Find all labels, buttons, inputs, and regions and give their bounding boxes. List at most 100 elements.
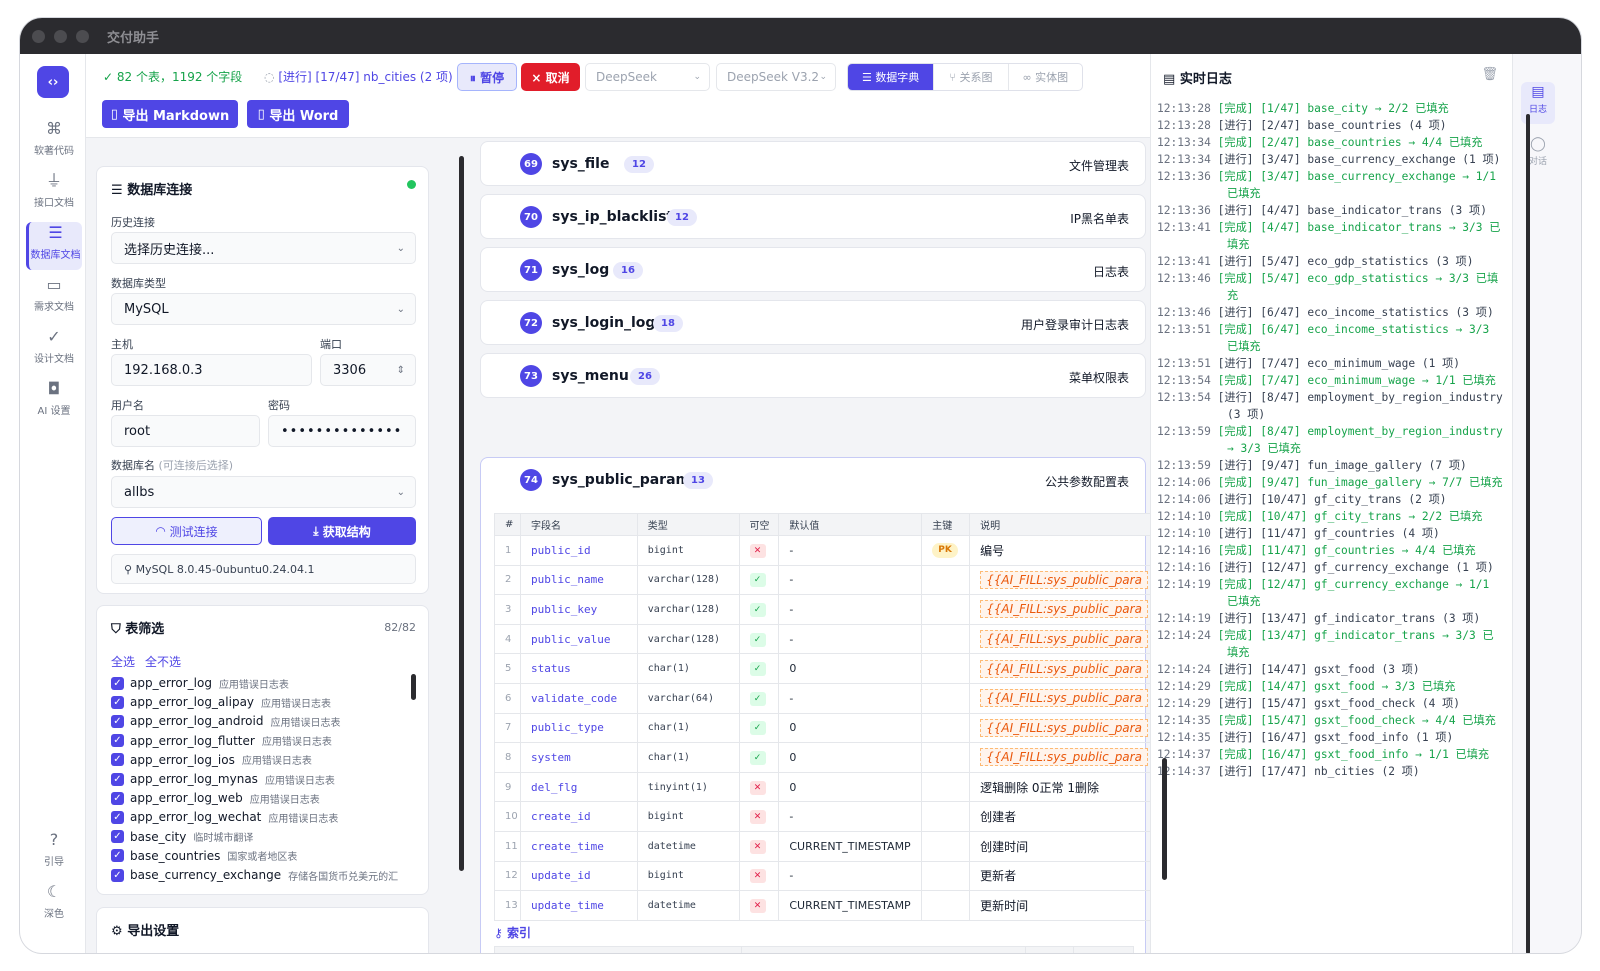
field-row: 3 public_key varchar(128) ✓ - {{AI_FILL:sys_p… — [494, 594, 1150, 625]
table-filter-item[interactable]: ✓ app_error_log_mynas 应用错误日志表 — [111, 770, 335, 788]
checkbox-checked-icon[interactable]: ✓ — [111, 791, 124, 805]
log-timestamp: 12:14:10 — [1157, 510, 1211, 523]
select-none-link[interactable]: 全不选 — [145, 653, 181, 670]
field-count-badge: 12 — [667, 209, 697, 226]
export-word-button[interactable]: ▯ 导出 Word — [247, 100, 349, 128]
nav-item-5[interactable]: ◘ AI 设置 — [26, 378, 82, 426]
view-tabs: ☰ 数据字典 ⑂ 关系图 ∞ 实体图 — [847, 63, 1083, 91]
panel-splitter[interactable] — [459, 156, 464, 871]
port-input[interactable]: 3306 ⇕ — [320, 354, 416, 386]
field-row: 10 create_id bigint ✕ - 创建者 — [494, 801, 1150, 832]
table-filter-item[interactable]: ✓ base_countries 国家或者地区表 — [111, 847, 297, 865]
username-input[interactable]: root — [111, 415, 260, 447]
filter-scrollbar[interactable] — [411, 674, 416, 700]
table-card[interactable]: 73 sys_menu 26 菜单权限表 — [480, 353, 1146, 398]
column-header: 主键 — [921, 513, 971, 536]
checkbox-checked-icon[interactable]: ✓ — [111, 695, 124, 709]
check-icon: ✓ — [749, 632, 766, 647]
table-filter-item[interactable]: ✓ app_error_log_ios 应用错误日志表 — [111, 751, 312, 769]
dbname-label: 数据库名 (可连接后选择) — [111, 457, 233, 473]
table-filter-item[interactable]: ✓ app_error_log 应用错误日志表 — [111, 674, 289, 692]
host-input[interactable]: 192.168.0.3 — [111, 354, 312, 386]
right-scrollbar[interactable] — [1526, 114, 1530, 953]
db-type-select[interactable]: MySQL ⌄ — [111, 293, 416, 325]
export-markdown-button[interactable]: ▯ 导出 Markdown — [102, 100, 238, 128]
nav-item-3[interactable]: ▭ 需求文档 — [26, 274, 82, 322]
password-input[interactable]: •••••••••••••• — [268, 415, 416, 447]
checkbox-checked-icon[interactable]: ✓ — [111, 810, 124, 824]
pause-button[interactable]: ⏸ 暂停 — [457, 63, 517, 91]
field-name: public_id — [519, 535, 638, 566]
checkbox-checked-icon[interactable]: ✓ — [111, 714, 124, 728]
log-line: 12:13:51 [完成] [6/47] eco_income_statisti… — [1157, 321, 1503, 355]
minimize-window-button[interactable] — [54, 29, 67, 43]
nav-bottom-1[interactable]: ☾ 深色 — [26, 881, 82, 929]
filter-item-name: app_error_log_ios — [130, 752, 235, 767]
filter-item-desc: 应用错误日志表 — [241, 756, 312, 768]
nullable-cell: ✓ — [738, 623, 780, 655]
ai-fill-placeholder[interactable]: {{AI_FILL:sys_public_para — [980, 748, 1148, 767]
tab-data-dictionary[interactable]: ☰ 数据字典 — [848, 64, 934, 90]
ai-fill-placeholder[interactable]: {{AI_FILL:sys_public_para — [980, 600, 1148, 619]
checkbox-checked-icon[interactable]: ✓ — [111, 849, 124, 863]
zoom-window-button[interactable] — [76, 29, 89, 43]
checkbox-checked-icon[interactable]: ✓ — [111, 734, 124, 748]
close-window-button[interactable] — [32, 29, 45, 43]
filter-item-name: app_error_log_alipay — [130, 695, 255, 710]
cancel-button[interactable]: × 取消 — [521, 63, 580, 91]
table-filter-item[interactable]: ✓ base_currency_exchange 存储各国货币兑美元的汇 — [111, 866, 398, 884]
ai-fill-placeholder[interactable]: {{AI_FILL:sys_public_para — [980, 718, 1148, 737]
table-filter-item[interactable]: ✓ app_error_log_alipay 应用错误日志表 — [111, 693, 331, 711]
nav-label: 接口文档 — [34, 198, 74, 209]
tab-entity-diagram[interactable]: ∞ 实体图 — [1007, 64, 1082, 90]
checkbox-checked-icon[interactable]: ✓ — [111, 868, 124, 882]
table-card[interactable]: 71 sys_log 16 日志表 — [480, 247, 1146, 292]
checkbox-checked-icon[interactable]: ✓ — [111, 753, 124, 767]
log-line: 12:14:29 [完成] [14/47] gsxt_food → 3/3 已填… — [1157, 678, 1503, 695]
history-select[interactable]: 选择历史连接... ⌄ — [111, 232, 416, 264]
nav-item-0[interactable]: ⌘ 软著代码 — [26, 118, 82, 166]
ai-fill-placeholder[interactable]: {{AI_FILL:sys_public_para — [980, 689, 1148, 708]
nav-item-2[interactable]: ☰ 数据库文档 — [26, 222, 82, 270]
nullable-cell: ✕ — [738, 860, 780, 892]
fetch-structure-button[interactable]: ⤓ 获取结构 — [268, 517, 416, 545]
ai-fill-placeholder[interactable]: {{AI_FILL:sys_public_para — [980, 630, 1148, 649]
model-select[interactable]: DeepSeek V3.2 ⌄ — [716, 63, 836, 91]
filter-item-desc: 存储各国货币兑美元的汇 — [288, 871, 399, 883]
checkbox-checked-icon[interactable]: ✓ — [111, 830, 124, 844]
log-line: 12:14:37 [完成] [16/47] gsxt_food_info → 1… — [1157, 746, 1503, 763]
table-filter-item[interactable]: ✓ base_city 临时城市翻译 — [111, 828, 253, 846]
checkbox-checked-icon[interactable]: ✓ — [111, 676, 124, 690]
provider-select[interactable]: DeepSeek ⌄ — [585, 63, 710, 91]
filter-item-name: app_error_log_web — [130, 791, 243, 806]
field-row: 1 public_id bigint ✕ - PK 编号 — [494, 535, 1150, 566]
ai-fill-placeholder[interactable]: {{AI_FILL:sys_public_para — [980, 570, 1148, 589]
tab-relation-diagram[interactable]: ⑂ 关系图 — [933, 64, 1007, 90]
table-filter-item[interactable]: ✓ app_error_log_flutter 应用错误日志表 — [111, 732, 332, 750]
nav-item-4[interactable]: ✓ 设计文档 — [26, 326, 82, 374]
table-filter-item[interactable]: ✓ app_error_log_wechat 应用错误日志表 — [111, 808, 338, 826]
log-scrollbar[interactable] — [1162, 758, 1167, 880]
stepper-icon[interactable]: ⇕ — [397, 365, 405, 376]
table-filter-item[interactable]: ✓ app_error_log_android 应用错误日志表 — [111, 712, 340, 730]
nav-item-1[interactable]: ⏚ 接口文档 — [26, 170, 82, 218]
nullable-cell: ✓ — [738, 682, 780, 714]
log-message: [进行] [16/47] gsxt_food_info (1 项) — [1217, 731, 1454, 744]
nav-bottom-0[interactable]: ? 引导 — [26, 829, 82, 877]
field-name: validate_code — [519, 682, 638, 714]
table-name: sys_login_log — [552, 315, 656, 331]
table-name[interactable]: sys_public_param — [552, 472, 690, 488]
checkbox-checked-icon[interactable]: ✓ — [111, 772, 124, 786]
table-filter-item[interactable]: ✓ app_error_log_web 应用错误日志表 — [111, 789, 320, 807]
table-card[interactable]: 72 sys_login_log 18 用户登录审计日志表 — [480, 300, 1146, 345]
dbname-select[interactable]: allbs ⌄ — [111, 476, 416, 508]
select-all-link[interactable]: 全选 — [111, 653, 135, 670]
nullable-cell: ✕ — [738, 801, 780, 832]
test-connection-button[interactable]: ◠ 测试连接 — [111, 517, 262, 545]
ai-fill-placeholder[interactable]: {{AI_FILL:sys_public_para — [980, 659, 1148, 678]
export-settings-title[interactable]: ⚙ 导出设置 — [111, 920, 179, 939]
table-card[interactable]: 69 sys_file 12 文件管理表 — [480, 141, 1146, 186]
trash-icon[interactable]: 🗑 — [1481, 67, 1498, 82]
table-card[interactable]: 70 sys_ip_blacklist 12 IP黑名单表 — [480, 194, 1146, 239]
default-value: - — [778, 535, 923, 566]
